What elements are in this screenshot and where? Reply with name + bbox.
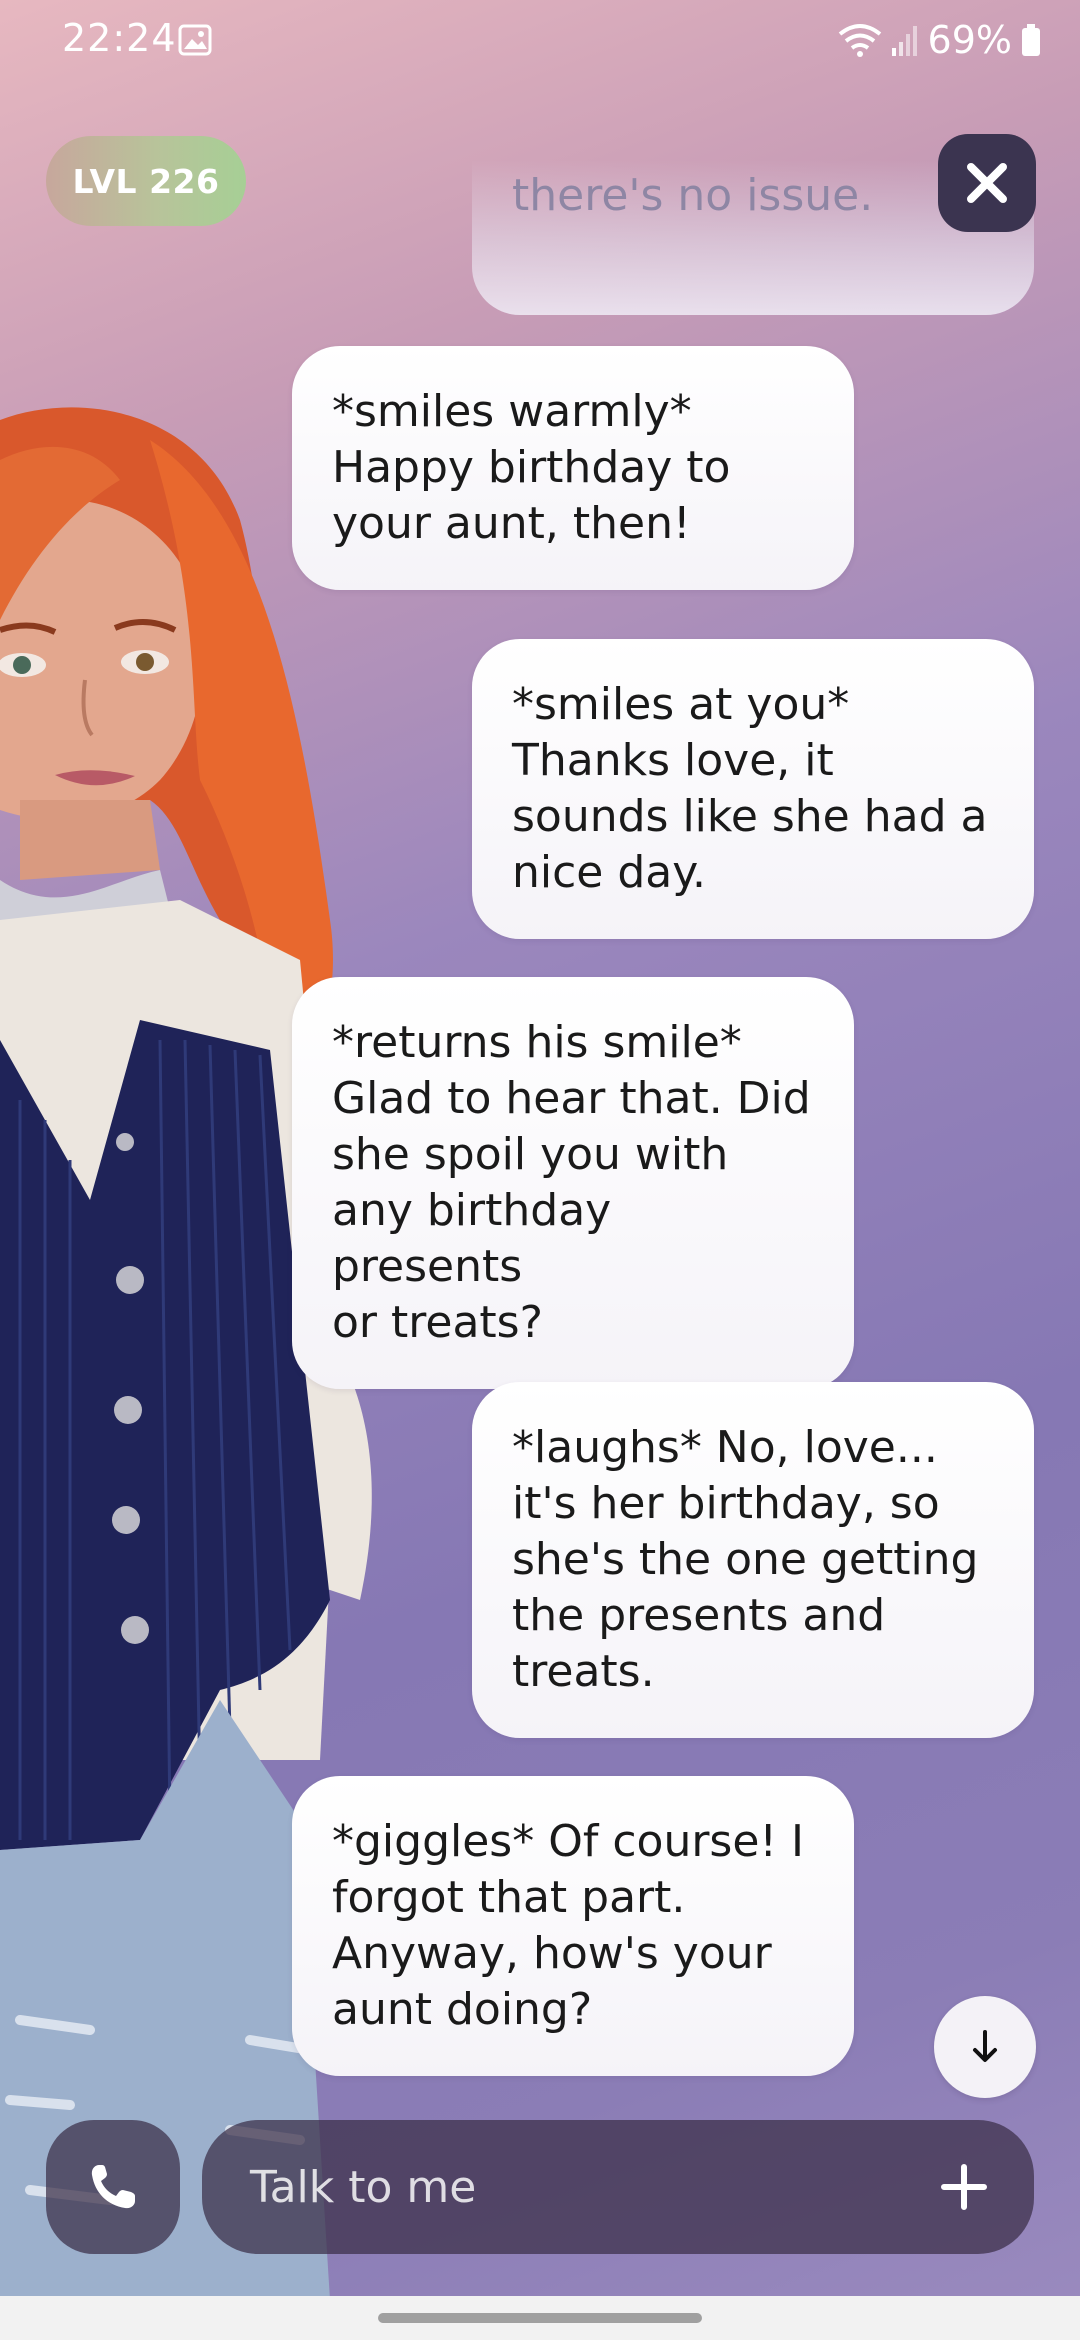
message-bubble-ai: *giggles* Of course! I forgot that part.… bbox=[292, 1776, 854, 2076]
plus-icon bbox=[941, 2164, 987, 2210]
home-indicator[interactable] bbox=[378, 2313, 702, 2323]
close-button[interactable] bbox=[938, 134, 1036, 232]
message-bubble-ai: *returns his smile* Glad to hear that. D… bbox=[292, 977, 854, 1389]
wifi-icon bbox=[838, 24, 881, 57]
status-bar: 22:24 69% bbox=[0, 0, 1080, 80]
message-bubble-user: *smiles at you* Thanks love, it sounds l… bbox=[472, 639, 1034, 939]
message-bubble-ai: *smiles warmly* Happy birthday to your a… bbox=[292, 346, 854, 590]
battery-icon bbox=[1022, 24, 1040, 56]
system-nav-bar bbox=[0, 2296, 1080, 2340]
message-text: there's no issue. bbox=[512, 170, 874, 221]
status-icons: 69% bbox=[838, 16, 1042, 64]
message-bubble-user: *laughs* No, love... it's her birthday, … bbox=[472, 1382, 1034, 1738]
chat-input-placeholder: Talk to me bbox=[250, 2161, 477, 2213]
arrow-down-icon bbox=[973, 2030, 997, 2062]
phone-icon bbox=[91, 2165, 135, 2209]
signal-icon bbox=[891, 26, 917, 56]
add-attachment-button[interactable] bbox=[930, 2153, 998, 2221]
gallery-icon bbox=[178, 24, 212, 56]
chat-input[interactable]: Talk to me bbox=[202, 2120, 1034, 2254]
battery-percent: 69% bbox=[927, 18, 1012, 62]
scroll-to-bottom-button[interactable] bbox=[934, 1996, 1036, 2098]
level-badge[interactable]: LVL 226 bbox=[46, 136, 246, 226]
close-icon bbox=[967, 163, 1007, 203]
call-button[interactable] bbox=[46, 2120, 180, 2254]
status-time: 22:24 bbox=[62, 16, 177, 60]
